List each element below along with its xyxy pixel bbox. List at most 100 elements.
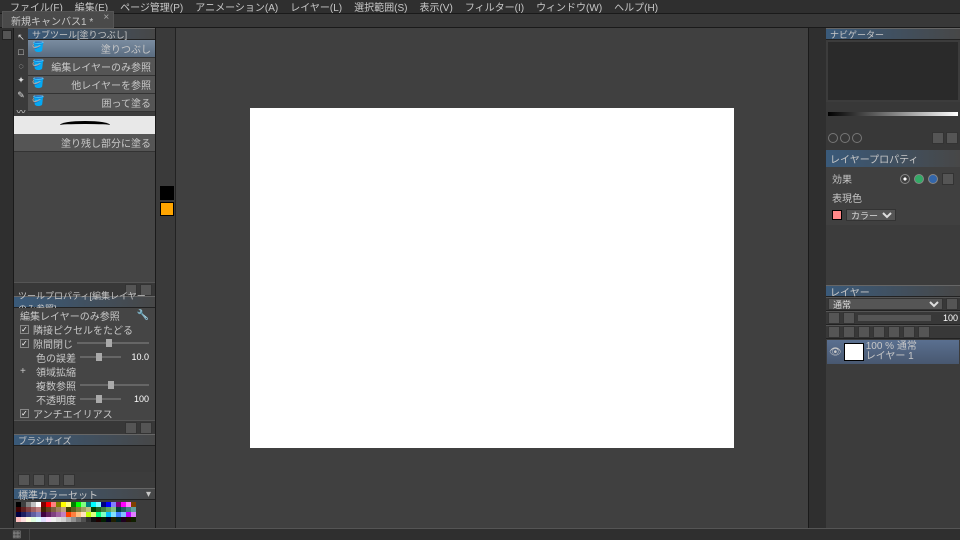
color-wells-strip xyxy=(156,28,176,528)
opacity-slider[interactable] xyxy=(80,398,121,400)
layer-lock-icon[interactable] xyxy=(946,298,958,310)
prop-tolerance[interactable]: 色の誤差10.0 xyxy=(14,350,155,364)
tab-label: 新規キャンバス1 * xyxy=(11,17,93,28)
effect-radio-3[interactable] xyxy=(928,174,938,184)
fit-icon[interactable] xyxy=(852,133,862,143)
checkbox-icon[interactable] xyxy=(20,409,29,418)
prop-aa[interactable]: アンチエイリアス xyxy=(14,406,155,420)
blend-mode-combo[interactable]: 通常 xyxy=(828,298,943,310)
background-color[interactable] xyxy=(160,202,174,216)
tool-marquee-icon[interactable]: □ xyxy=(15,47,27,57)
layer-item[interactable]: 👁 100 % 通常 レイヤー 1 xyxy=(827,340,959,364)
mask-icon[interactable] xyxy=(828,312,840,324)
gap-slider[interactable] xyxy=(77,342,149,344)
new-layer-icon[interactable] xyxy=(828,326,840,338)
effect-settings-icon[interactable] xyxy=(942,173,954,185)
color-swatches[interactable] xyxy=(14,500,155,524)
dock-handle[interactable] xyxy=(2,30,12,40)
left-dock-strip xyxy=(0,28,14,528)
bucket-icon: 🪣 xyxy=(32,60,46,74)
prop-gap[interactable]: 隙間閉じ xyxy=(14,336,155,350)
subtool-item-enclose[interactable]: 🪣囲って塗る xyxy=(28,94,155,112)
lp-border-row: 表現色 xyxy=(828,188,958,207)
colorset-header: 標準カラーセット▾ xyxy=(14,488,155,500)
subtool-item-otherlayer[interactable]: 🪣他レイヤーを参照 xyxy=(28,76,155,94)
layer-opacity-value: 100 xyxy=(934,313,958,323)
eye-icon[interactable]: 👁 xyxy=(829,347,842,358)
menu-help[interactable]: ヘルプ(H) xyxy=(608,0,664,14)
color-swatch[interactable] xyxy=(131,517,136,522)
menu-anim[interactable]: アニメーション(A) xyxy=(189,0,284,14)
status-bar: ▦ xyxy=(0,528,960,540)
checkbox-icon[interactable] xyxy=(20,339,29,348)
tab-bar: 新規キャンバス1 * × xyxy=(0,14,960,28)
wrench-icon[interactable]: 🔧 xyxy=(137,310,149,321)
close-icon[interactable]: × xyxy=(103,12,109,23)
subtool-header: サブツール[塗りつぶし] xyxy=(28,28,155,40)
colorwheel-icon[interactable] xyxy=(18,474,30,486)
layer-color-icon[interactable] xyxy=(918,326,930,338)
dup-icon[interactable] xyxy=(903,326,915,338)
navigator-header: ナビゲーター xyxy=(826,28,960,40)
tolerance-slider[interactable] xyxy=(80,356,121,358)
colorslider-icon[interactable] xyxy=(33,474,45,486)
brushsize-panel[interactable] xyxy=(14,446,155,472)
clip-icon[interactable] xyxy=(843,312,855,324)
prop-multiref[interactable]: 複数参照 xyxy=(14,378,155,392)
foreground-color[interactable] xyxy=(160,186,174,200)
new-folder-icon[interactable] xyxy=(843,326,855,338)
menu-filter[interactable]: フィルター(I) xyxy=(459,0,530,14)
checkbox-icon[interactable] xyxy=(20,325,29,334)
menu-bar: ファイル(F) 編集(E) ページ管理(P) アニメーション(A) レイヤー(L… xyxy=(0,0,960,14)
bucket-icon: 🪣 xyxy=(32,78,46,92)
tool-strip: ↖ □ ◌ ✦ ✎ 〰 ◧ ▣ ◫ A ✐ ✋ 🔍 xyxy=(14,28,28,116)
toolprop-header: ツールプロパティ[編集レイヤーのみ参照] xyxy=(14,296,155,308)
layerprop-header: レイヤープロパティ xyxy=(826,150,960,167)
right-dock-strip xyxy=(808,28,826,528)
effect-radio-1[interactable] xyxy=(900,174,910,184)
transfer-icon[interactable] xyxy=(888,326,900,338)
prop-opacity[interactable]: 不透明度100 xyxy=(14,392,155,406)
toolprop-subhead: 編集レイヤーのみ参照🔧 xyxy=(14,308,155,322)
menu-page[interactable]: ページ管理(P) xyxy=(114,0,189,14)
menu-layer[interactable]: レイヤー(L) xyxy=(284,0,348,14)
subtool-item-fill[interactable]: 🪣塗りつぶし xyxy=(28,40,155,58)
expr-color-swatch[interactable] xyxy=(832,210,842,220)
colorset-icon[interactable] xyxy=(48,474,60,486)
status-zoom[interactable]: ▦ xyxy=(4,529,30,540)
toolprop-save-icon[interactable] xyxy=(125,422,137,434)
prop-expand[interactable]: +領域拡縮 xyxy=(14,364,155,378)
toolprop-menu-icon[interactable] xyxy=(140,422,152,434)
menu-window[interactable]: ウィンドウ(W) xyxy=(530,0,608,14)
effect-radio-2[interactable] xyxy=(914,174,924,184)
tool-pen-icon[interactable]: ✎ xyxy=(15,90,27,101)
colorhistory-icon[interactable] xyxy=(63,474,75,486)
layer-thumbnail[interactable] xyxy=(844,343,864,361)
tool-wand-icon[interactable]: ✦ xyxy=(15,75,27,86)
bucket-icon: 🪣 xyxy=(32,42,46,56)
tool-move-icon[interactable]: ↖ xyxy=(15,32,27,43)
subtool-item-leftover[interactable]: 塗り残し部分に塗る xyxy=(14,134,155,152)
prop-adjacent[interactable]: 隣接ピクセルをたどる xyxy=(14,322,155,336)
delete-layer-icon[interactable] xyxy=(858,326,870,338)
flip-v-icon[interactable] xyxy=(946,132,958,144)
menu-select[interactable]: 選択範囲(S) xyxy=(348,0,413,14)
bucket-icon: 🪣 xyxy=(32,96,46,110)
zoom-slider[interactable] xyxy=(828,112,958,116)
subtool-item-editlayer[interactable]: 🪣編集レイヤーのみ参照 xyxy=(28,58,155,76)
rotate-cw-icon[interactable] xyxy=(840,133,850,143)
canvas-viewport[interactable] xyxy=(176,28,808,528)
navigator-preview[interactable] xyxy=(828,42,958,100)
tool-lasso-icon[interactable]: ◌ xyxy=(15,61,27,71)
rotate-ccw-icon[interactable] xyxy=(828,133,838,143)
dropdown-icon[interactable]: ▾ xyxy=(146,489,151,500)
flip-h-icon[interactable] xyxy=(932,132,944,144)
expression-color-combo[interactable]: カラー xyxy=(846,209,896,221)
stroke-preview xyxy=(14,116,155,134)
canvas[interactable] xyxy=(250,108,734,448)
menu-view[interactable]: 表示(V) xyxy=(413,0,458,14)
merge-icon[interactable] xyxy=(873,326,885,338)
multi-slider[interactable] xyxy=(80,384,149,386)
layer-opacity-slider[interactable] xyxy=(858,315,931,321)
navigator-controls xyxy=(826,102,960,126)
